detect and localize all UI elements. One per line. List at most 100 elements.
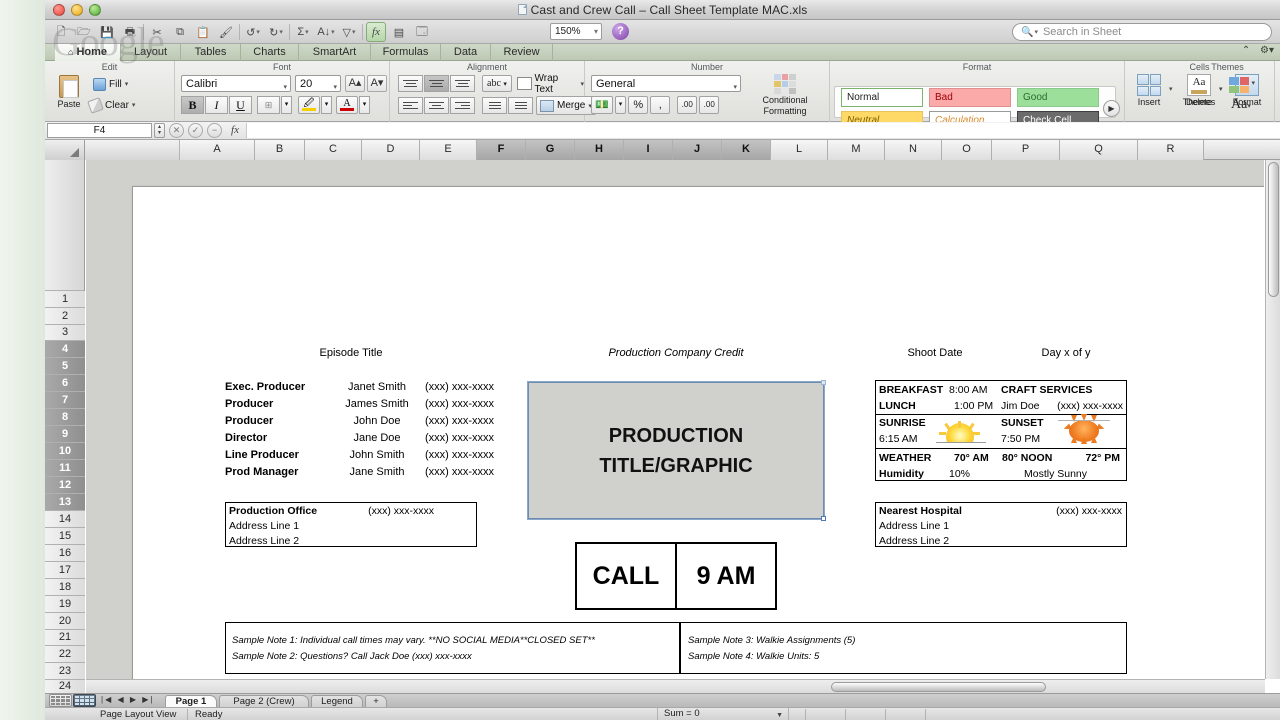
- resize-handle-tr[interactable]: [821, 380, 826, 385]
- ribbon-collapse-icon[interactable]: ⌃: [1242, 45, 1250, 56]
- row-header-13[interactable]: 13: [45, 494, 85, 511]
- highlight-dropdown-icon[interactable]: ▾: [321, 96, 332, 114]
- format-painter-icon[interactable]: 🖌: [216, 22, 236, 42]
- theme-fonts-button[interactable]: Aa▾: [1231, 97, 1251, 113]
- name-box-stepper[interactable]: ▴ ▾: [154, 123, 165, 138]
- row-header-8[interactable]: 8: [45, 409, 85, 426]
- currency-dropdown-icon[interactable]: ▾: [614, 96, 627, 114]
- column-header-K[interactable]: K: [722, 140, 771, 160]
- row-header-10[interactable]: 10: [45, 443, 85, 460]
- column-header-Q[interactable]: Q: [1060, 140, 1138, 160]
- ribbon-settings-icon[interactable]: ⚙▾: [1260, 45, 1274, 56]
- column-header-L[interactable]: L: [771, 140, 828, 160]
- column-header-G[interactable]: G: [526, 140, 575, 160]
- decrease-indent-button[interactable]: [482, 97, 507, 114]
- column-header-N[interactable]: N: [885, 140, 942, 160]
- row-header-6[interactable]: 6: [45, 375, 85, 392]
- row-header-21[interactable]: 21: [45, 630, 85, 646]
- row-header-23[interactable]: 23: [45, 663, 85, 680]
- font-size-input[interactable]: 20 ▾: [295, 75, 341, 92]
- normal-view-button[interactable]: [49, 694, 72, 707]
- align-middle-button[interactable]: [424, 75, 449, 92]
- wrap-text-button[interactable]: Wrap Text ▾: [517, 73, 584, 95]
- row-header-1[interactable]: 1: [45, 291, 85, 308]
- insert-dropdown-icon[interactable]: ▾: [1169, 85, 1173, 93]
- row-header-17[interactable]: 17: [45, 562, 85, 579]
- increase-decimal-button[interactable]: .00: [677, 96, 698, 114]
- style-bad[interactable]: Bad: [929, 88, 1011, 107]
- font-color-button[interactable]: A: [336, 96, 358, 114]
- gallery-icon[interactable]: 🗔: [412, 22, 432, 42]
- tab-data[interactable]: Data: [441, 44, 491, 61]
- clear-button[interactable]: Clear ▾: [87, 96, 136, 114]
- tab-formulas[interactable]: Formulas: [371, 44, 441, 61]
- cut-icon[interactable]: ✂: [147, 22, 167, 42]
- column-header-A[interactable]: A: [180, 140, 255, 160]
- row-header-7[interactable]: 7: [45, 392, 85, 409]
- select-all-corner[interactable]: [45, 140, 85, 160]
- row-header-22[interactable]: 22: [45, 646, 85, 663]
- shrink-font-button[interactable]: A▾: [367, 75, 387, 92]
- sheet-icon[interactable]: ▤: [389, 22, 409, 42]
- align-bottom-button[interactable]: [450, 75, 475, 92]
- styles-more-icon[interactable]: ▶: [1103, 100, 1120, 117]
- tab-smartart[interactable]: SmartArt: [299, 44, 371, 61]
- themes-dropdown-icon[interactable]: ▾: [1219, 85, 1223, 93]
- row-header-3[interactable]: 3: [45, 325, 85, 341]
- font-name-input[interactable]: Calibri ▾: [181, 75, 291, 92]
- status-sum[interactable]: Sum = 0 ▼: [657, 708, 789, 720]
- fill-button[interactable]: Fill ▾: [93, 76, 128, 92]
- row-header-16[interactable]: 16: [45, 545, 85, 562]
- formula-builder-icon[interactable]: fx: [366, 22, 386, 42]
- align-left-button[interactable]: [398, 97, 423, 114]
- column-header-D[interactable]: D: [362, 140, 420, 160]
- increase-indent-button[interactable]: [508, 97, 533, 114]
- confirm-entry-icon[interactable]: ✓: [188, 123, 203, 138]
- open-icon[interactable]: 🗁: [74, 22, 94, 42]
- orientation-button[interactable]: abc ▾: [482, 75, 512, 92]
- column-header-R[interactable]: R: [1138, 140, 1204, 160]
- row-header-11[interactable]: 11: [45, 460, 85, 477]
- tab-layout[interactable]: Layout: [121, 44, 181, 61]
- style-good[interactable]: Good: [1017, 88, 1099, 107]
- row-header-20[interactable]: 20: [45, 613, 85, 630]
- zoom-control[interactable]: 150% ▾: [550, 23, 602, 40]
- decrease-decimal-button[interactable]: .00: [699, 96, 720, 114]
- vertical-scroll-thumb[interactable]: [1268, 162, 1279, 297]
- column-header-O[interactable]: O: [942, 140, 992, 160]
- column-header-P[interactable]: P: [992, 140, 1060, 160]
- font-size-dropdown-icon[interactable]: ▾: [333, 80, 337, 96]
- search-input[interactable]: 🔍 ▾ Search in Sheet: [1012, 23, 1272, 41]
- font-color-dropdown-icon[interactable]: ▾: [359, 96, 370, 114]
- column-header-C[interactable]: C: [305, 140, 362, 160]
- redo-icon[interactable]: ↻ ▾: [266, 22, 286, 42]
- resize-handle-br[interactable]: [821, 516, 826, 521]
- insert-cells-button[interactable]: Insert: [1127, 74, 1171, 107]
- align-center-button[interactable]: [424, 97, 449, 114]
- fill-dropdown-icon[interactable]: ▾: [125, 80, 129, 88]
- row-header-9[interactable]: 9: [45, 426, 85, 443]
- number-format-select[interactable]: General ▾: [591, 75, 741, 92]
- row-header-14[interactable]: 14: [45, 511, 85, 528]
- vertical-scrollbar[interactable]: [1265, 160, 1280, 679]
- italic-button[interactable]: I: [205, 96, 228, 114]
- horizontal-scrollbar[interactable]: [86, 679, 1265, 693]
- column-header-H[interactable]: H: [575, 140, 624, 160]
- status-sum-dropdown-icon[interactable]: ▼: [776, 710, 783, 720]
- help-icon[interactable]: ?: [612, 23, 629, 40]
- cancel-entry-icon[interactable]: ✕: [169, 123, 184, 138]
- search-dropdown-icon[interactable]: ▾: [1034, 28, 1038, 36]
- sort-icon[interactable]: A↓ ▾: [316, 22, 336, 42]
- borders-button[interactable]: ⊞: [257, 96, 280, 114]
- row-header-24[interactable]: 24: [45, 680, 85, 694]
- underline-button[interactable]: U: [229, 96, 252, 114]
- page-layout-view-button[interactable]: [73, 694, 96, 707]
- theme-fonts-dropdown-icon[interactable]: ▾: [1247, 102, 1251, 110]
- print-icon[interactable]: 🖶: [120, 22, 140, 42]
- align-right-button[interactable]: [450, 97, 475, 114]
- column-header-B[interactable]: B: [255, 140, 305, 160]
- paste-icon[interactable]: 📋: [193, 22, 213, 42]
- percent-style-button[interactable]: %: [628, 96, 649, 114]
- clear-dropdown-icon[interactable]: ▾: [132, 101, 136, 109]
- column-header-I[interactable]: I: [624, 140, 673, 160]
